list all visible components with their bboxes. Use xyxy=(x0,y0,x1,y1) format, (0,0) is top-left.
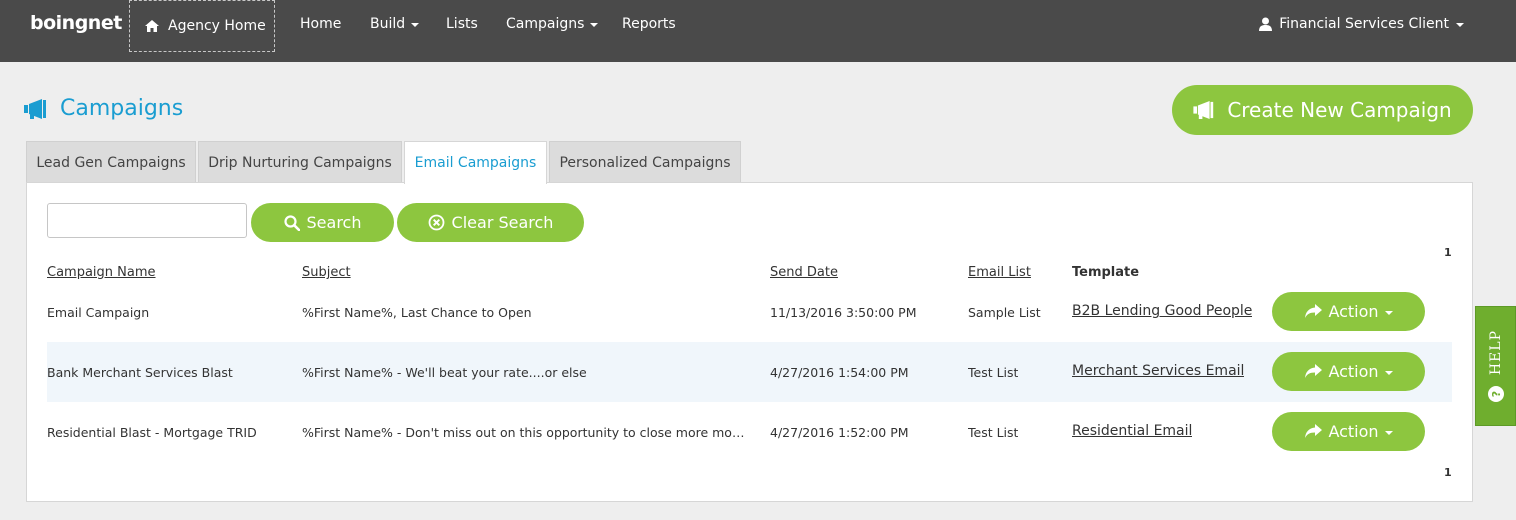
megaphone-icon xyxy=(1193,101,1214,119)
template-cell: Merchant Services Email xyxy=(1072,363,1244,379)
caret-down-icon xyxy=(1384,371,1393,375)
campaign-subject: %First Name% - Don't miss out on this op… xyxy=(302,425,747,440)
nav-build[interactable]: Build xyxy=(370,16,420,32)
search-label: Search xyxy=(306,213,362,232)
header-send-date[interactable]: Send Date xyxy=(770,265,838,280)
caret-down-icon xyxy=(1384,431,1393,435)
logo-text: boingnet xyxy=(30,12,122,34)
template-link[interactable]: Merchant Services Email xyxy=(1072,363,1244,379)
tab-label: Personalized Campaigns xyxy=(559,154,731,171)
close-circle-icon xyxy=(428,214,444,231)
action-label: Action xyxy=(1328,362,1379,381)
header-template: Template xyxy=(1072,265,1140,280)
tab-drip-nurturing[interactable]: Drip Nurturing Campaigns xyxy=(198,141,402,183)
share-arrow-icon xyxy=(1305,424,1323,438)
template-link[interactable]: B2B Lending Good People xyxy=(1072,303,1252,319)
home-icon xyxy=(145,20,159,32)
email-list: Sample List xyxy=(968,305,1041,320)
template-cell: B2B Lending Good People xyxy=(1072,303,1252,319)
tab-personalized[interactable]: Personalized Campaigns xyxy=(549,141,741,183)
top-navbar: boingnet Agency Home Home Build Lists Ca… xyxy=(0,0,1516,62)
caret-down-icon xyxy=(590,23,599,27)
tab-label: Email Campaigns xyxy=(414,155,537,171)
caret-down-icon xyxy=(1384,311,1393,315)
create-new-campaign-button[interactable]: Create New Campaign xyxy=(1172,85,1473,135)
table-row: Email Campaign %First Name%, Last Chance… xyxy=(47,282,1452,342)
agency-home-label: Agency Home xyxy=(168,18,266,34)
caret-down-icon xyxy=(1456,23,1464,27)
share-arrow-icon xyxy=(1305,304,1323,318)
nav-campaigns[interactable]: Campaigns xyxy=(506,16,599,32)
nav-lists[interactable]: Lists xyxy=(446,16,478,32)
action-button[interactable]: Action xyxy=(1272,292,1425,331)
question-icon: ? xyxy=(1487,385,1504,402)
caret-down-icon xyxy=(411,23,420,27)
page-title-text: Campaigns xyxy=(60,96,184,121)
user-icon xyxy=(1259,17,1273,31)
nav-label: Reports xyxy=(622,16,676,32)
action-label: Action xyxy=(1328,302,1379,321)
user-menu[interactable]: Financial Services Client xyxy=(1259,16,1464,32)
campaign-name: Bank Merchant Services Blast xyxy=(47,365,233,380)
pager-top[interactable]: 1 xyxy=(1444,246,1452,259)
email-list: Test List xyxy=(968,425,1019,440)
tab-email-campaigns[interactable]: Email Campaigns xyxy=(404,141,547,184)
template-cell: Residential Email xyxy=(1072,423,1192,439)
campaign-name: Email Campaign xyxy=(47,305,150,320)
share-arrow-icon xyxy=(1305,364,1323,378)
nav-label: Campaigns xyxy=(506,16,585,32)
nav-reports[interactable]: Reports xyxy=(622,16,676,32)
nav-label: Home xyxy=(300,16,342,32)
action-button[interactable]: Action xyxy=(1272,352,1425,391)
boingnet-logo[interactable]: boingnet xyxy=(30,6,122,34)
agency-home-link[interactable]: Agency Home xyxy=(129,0,275,52)
header-subject[interactable]: Subject xyxy=(302,265,351,280)
nav-home[interactable]: Home xyxy=(300,16,341,32)
campaign-name: Residential Blast - Mortgage TRID xyxy=(47,425,257,440)
email-list: Test List xyxy=(968,365,1019,380)
header-campaign-name[interactable]: Campaign Name xyxy=(47,265,156,280)
action-button[interactable]: Action xyxy=(1272,412,1425,451)
table-row: Residential Blast - Mortgage TRID %First… xyxy=(47,402,1452,462)
send-date: 4/27/2016 1:52:00 PM xyxy=(770,425,909,440)
tab-lead-gen[interactable]: Lead Gen Campaigns xyxy=(26,141,196,183)
user-name: Financial Services Client xyxy=(1279,16,1449,32)
action-label: Action xyxy=(1328,422,1379,441)
header-email-list[interactable]: Email List xyxy=(968,265,1031,280)
nav-label: Lists xyxy=(446,16,478,32)
search-input[interactable] xyxy=(47,203,247,238)
template-link[interactable]: Residential Email xyxy=(1072,423,1192,439)
campaign-subject: %First Name%, Last Chance to Open xyxy=(302,305,532,320)
help-label: HELP xyxy=(1487,330,1504,376)
pager-bottom[interactable]: 1 xyxy=(1444,466,1452,479)
megaphone-icon xyxy=(24,98,46,119)
send-date: 4/27/2016 1:54:00 PM xyxy=(770,365,909,380)
tab-label: Lead Gen Campaigns xyxy=(36,154,186,171)
help-tab[interactable]: HELP ? xyxy=(1475,306,1516,426)
send-date: 11/13/2016 3:50:00 PM xyxy=(770,305,917,320)
page-title: Campaigns xyxy=(24,96,183,121)
campaign-subject: %First Name% - We'll beat your rate....o… xyxy=(302,365,587,380)
tab-label: Drip Nurturing Campaigns xyxy=(208,154,392,171)
clear-search-button[interactable]: Clear Search xyxy=(397,203,584,242)
search-button[interactable]: Search xyxy=(251,203,394,242)
nav-label: Build xyxy=(370,16,406,32)
search-icon xyxy=(283,214,300,231)
create-button-label: Create New Campaign xyxy=(1227,98,1452,122)
table-row: Bank Merchant Services Blast %First Name… xyxy=(47,342,1452,402)
clear-search-label: Clear Search xyxy=(451,213,554,232)
